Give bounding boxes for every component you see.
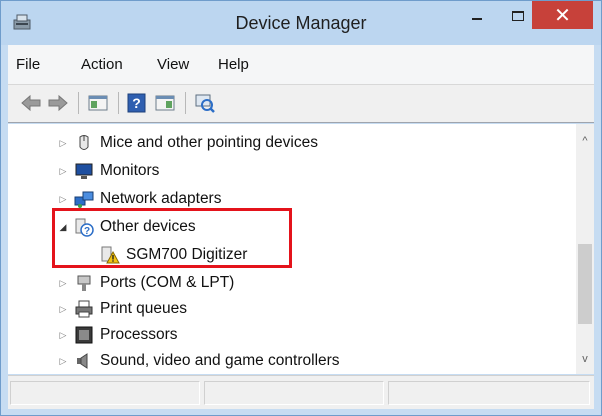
expand-arrow-icon[interactable]: ▷ [56,164,70,178]
help-icon[interactable]: ? [126,93,148,113]
expand-arrow-icon[interactable]: ▷ [56,354,70,368]
svg-text:?: ? [132,95,141,111]
tree-item-label: Network adapters [100,190,222,207]
expand-arrow-icon[interactable]: ▷ [56,328,70,342]
menu-help[interactable]: Help [218,56,249,73]
device-tree[interactable]: ▷ Mice and other pointing devices ▷ Moni… [8,124,576,374]
highlight-box [52,208,292,268]
mouse-icon [79,135,89,150]
vertical-scrollbar[interactable]: ^ v [576,124,594,374]
show-hide-console-tree-icon[interactable] [87,93,109,113]
toolbar-separator [118,92,119,114]
title-bar[interactable]: Device Manager ✕ [1,1,601,45]
tree-item-mice[interactable]: ▷ Mice and other pointing devices [56,130,318,156]
expand-arrow-icon[interactable]: ▷ [56,302,70,316]
status-pane [388,381,590,405]
tree-item-monitors[interactable]: ▷ Monitors [56,158,159,184]
tree-item-label: Print queues [100,300,188,317]
tree-item-label: Sound, video and game controllers [100,352,340,369]
scan-hardware-icon[interactable] [194,93,216,113]
tree-item-label: Mice and other pointing devices [100,134,318,151]
network-adapter-icon [74,191,94,208]
monitor-icon [75,163,93,179]
status-bar [8,375,594,409]
status-pane [204,381,384,405]
minimize-button[interactable] [460,1,494,31]
toolbar: ? [8,85,594,123]
expand-arrow-icon[interactable]: ▷ [56,192,70,206]
forward-arrow-icon[interactable] [47,93,69,113]
expand-arrow-icon[interactable]: ▷ [56,136,70,150]
menu-action[interactable]: Action [81,56,123,73]
menu-file[interactable]: File [16,56,40,73]
toolbar-separator [185,92,186,114]
tree-item-sound-video[interactable]: ▷ Sound, video and game controllers [56,348,340,374]
close-icon: ✕ [554,4,571,27]
scroll-up-icon[interactable]: ^ [576,132,594,150]
toolbar-separator [78,92,79,114]
tree-item-label: Processors [100,326,178,343]
maximize-icon [512,11,524,21]
menu-view[interactable]: View [157,56,189,73]
scroll-thumb[interactable] [578,244,592,324]
minimize-icon [472,18,482,20]
tree-item-ports[interactable]: ▷ Ports (COM & LPT) [56,270,234,296]
maximize-button[interactable] [503,1,533,31]
tree-item-print-queues[interactable]: ▷ Print queues [56,296,187,322]
status-pane [10,381,200,405]
tree-item-processors[interactable]: ▷ Processors [56,322,178,348]
speaker-icon [77,353,88,369]
processor-icon [75,326,93,344]
menu-bar: File Action View Help [8,45,594,85]
scroll-down-icon[interactable]: v [576,350,594,368]
device-manager-window: Device Manager ✕ File Action View Help ? [0,0,602,416]
properties-icon[interactable] [154,93,176,113]
expand-arrow-icon[interactable]: ▷ [56,276,70,290]
port-icon [77,275,91,291]
printer-icon [75,300,93,318]
tree-item-label: Ports (COM & LPT) [100,274,235,291]
close-button[interactable]: ✕ [532,1,593,29]
back-arrow-icon[interactable] [20,93,42,113]
tree-item-label: Monitors [100,162,160,179]
